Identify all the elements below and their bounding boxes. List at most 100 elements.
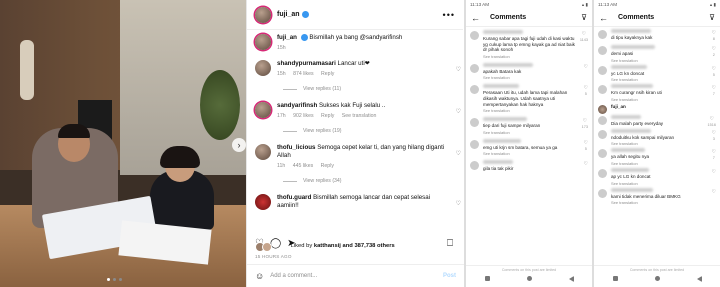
- liked-by-count[interactable]: and 387,738 others: [343, 243, 395, 249]
- avatar[interactable]: [470, 31, 479, 40]
- avatar[interactable]: [470, 161, 479, 171]
- comment-username[interactable]: thofu_licious: [277, 144, 316, 151]
- post-comment-button[interactable]: Post: [443, 273, 456, 279]
- view-replies[interactable]: View replies (11): [283, 86, 455, 92]
- home-icon[interactable]: [526, 276, 532, 281]
- avatar[interactable]: [255, 194, 271, 211]
- back-icon[interactable]: [696, 276, 702, 282]
- heart-icon[interactable]: ♡ 1516: [708, 116, 716, 128]
- blurred-username: [611, 64, 647, 69]
- blurred-username: [611, 114, 641, 119]
- heart-icon[interactable]: ♡: [456, 108, 461, 115]
- see-translation-link[interactable]: See translation: [483, 130, 579, 135]
- comment-likes[interactable]: 445 likes: [293, 163, 313, 169]
- post-header: fuji_an •••: [247, 0, 463, 30]
- avatar[interactable]: [470, 63, 479, 73]
- see-translation-link[interactable]: See translation: [611, 77, 707, 82]
- comment-username[interactable]: thofu.guard: [277, 194, 311, 201]
- see-translation-link[interactable]: See translation: [611, 141, 707, 146]
- avatar[interactable]: [470, 118, 479, 128]
- heart-icon[interactable]: ♡ 1143: [580, 31, 588, 43]
- view-replies[interactable]: View replies (19): [283, 128, 455, 134]
- comment-username[interactable]: fuji_an: [611, 104, 707, 110]
- avatar[interactable]: [598, 85, 607, 95]
- heart-icon[interactable]: ♡ 7: [712, 85, 716, 97]
- comments-limited-hint: Comments on this post are limited: [501, 268, 557, 272]
- comment-likes[interactable]: 874 likes: [293, 71, 313, 77]
- add-comment-input[interactable]: Add a comment...: [270, 273, 317, 279]
- avatar[interactable]: [255, 102, 271, 119]
- see-translation-link[interactable]: See translation: [483, 54, 579, 59]
- avatar[interactable]: [255, 144, 271, 161]
- avatar[interactable]: [598, 188, 607, 198]
- see-translation-link[interactable]: See translation: [611, 181, 707, 186]
- back-arrow-icon[interactable]: ←: [599, 13, 608, 23]
- avatar[interactable]: [598, 129, 607, 139]
- heart-icon[interactable]: ♡ 3: [712, 130, 716, 142]
- recent-apps-icon[interactable]: [484, 276, 490, 281]
- filter-icon[interactable]: ⊽: [581, 13, 587, 22]
- heart-icon[interactable]: ♡ 2: [712, 46, 716, 58]
- comment-username[interactable]: shandypurnamasari: [277, 60, 336, 67]
- heart-icon[interactable]: ♡ 5: [712, 66, 716, 78]
- back-icon[interactable]: [568, 276, 574, 282]
- heart-icon[interactable]: ♡ 5: [584, 85, 588, 97]
- comment-text: emg uti krjn sm batara, semua ya ga: [483, 144, 558, 150]
- heart-icon[interactable]: ♡: [584, 161, 588, 167]
- see-translation-link[interactable]: See translation: [611, 200, 707, 205]
- avatar[interactable]: [598, 168, 607, 178]
- avatar[interactable]: [255, 6, 271, 23]
- avatar[interactable]: [598, 46, 607, 55]
- heart-icon[interactable]: ♡ 5: [584, 140, 588, 152]
- view-replies[interactable]: View replies (34): [283, 178, 455, 184]
- avatar[interactable]: [598, 30, 607, 39]
- more-icon[interactable]: •••: [443, 10, 455, 20]
- avatar[interactable]: [598, 104, 607, 114]
- comment-text: Dia malah party everyday: [611, 120, 664, 126]
- avatar[interactable]: [598, 65, 607, 75]
- comment-username[interactable]: fuji_an: [277, 34, 297, 41]
- filter-icon[interactable]: ⊽: [709, 13, 715, 22]
- reply-button[interactable]: Reply: [321, 163, 334, 169]
- heart-icon[interactable]: ♡ 8: [712, 30, 716, 42]
- avatar[interactable]: [470, 139, 479, 149]
- carousel-next-button[interactable]: ›: [232, 138, 246, 152]
- heart-icon[interactable]: ♡: [584, 64, 588, 70]
- emoji-icon[interactable]: ☺: [255, 271, 264, 281]
- post-username[interactable]: fuji_an: [277, 11, 300, 18]
- see-translation-link[interactable]: See translation: [483, 75, 579, 80]
- avatar[interactable]: [470, 85, 479, 95]
- heart-icon[interactable]: ♡: [712, 189, 716, 195]
- recent-apps-icon[interactable]: [612, 276, 618, 281]
- avatar[interactable]: [255, 60, 271, 77]
- comment-username[interactable]: sandyarifinsh: [277, 102, 317, 109]
- avatar[interactable]: [255, 34, 271, 50]
- see-translation-link[interactable]: See translation: [611, 58, 707, 63]
- liked-by-user[interactable]: katthansij: [314, 243, 341, 249]
- see-translation-link[interactable]: See translation: [611, 161, 707, 166]
- home-icon[interactable]: [654, 276, 660, 281]
- carousel-dots: [107, 278, 122, 281]
- comment: Kurang sabar apa tagi fuji udah di kasi …: [470, 30, 588, 59]
- see-translation-link[interactable]: See translation: [483, 151, 579, 156]
- reply-button[interactable]: Reply: [321, 71, 334, 77]
- comment-text: Km curangr nsih kiran uti: [611, 90, 662, 96]
- see-translation-link[interactable]: See translation: [342, 113, 377, 119]
- avatar[interactable]: [598, 149, 607, 159]
- heart-icon[interactable]: ♡: [456, 66, 461, 73]
- reply-button[interactable]: Reply: [321, 113, 334, 119]
- bookmark-icon[interactable]: ⎕: [447, 238, 453, 249]
- heart-icon[interactable]: ♡ 173: [582, 118, 588, 130]
- back-arrow-icon[interactable]: ←: [471, 13, 480, 23]
- see-translation-link[interactable]: See translation: [611, 97, 707, 102]
- heart-icon[interactable]: ♡: [456, 150, 461, 157]
- heart-icon[interactable]: ♡ 7: [712, 149, 716, 161]
- comment-likes[interactable]: 902 likes: [293, 113, 313, 119]
- comment: Km curangr nsih kiran uti See translatio…: [598, 84, 716, 102]
- see-translation-link[interactable]: See translation: [483, 108, 579, 113]
- heart-icon[interactable]: ♡: [456, 200, 461, 207]
- post-photo[interactable]: ›: [0, 0, 246, 287]
- like-count: 5: [584, 146, 587, 151]
- heart-icon[interactable]: ♡: [712, 169, 716, 175]
- avatar[interactable]: [598, 115, 607, 125]
